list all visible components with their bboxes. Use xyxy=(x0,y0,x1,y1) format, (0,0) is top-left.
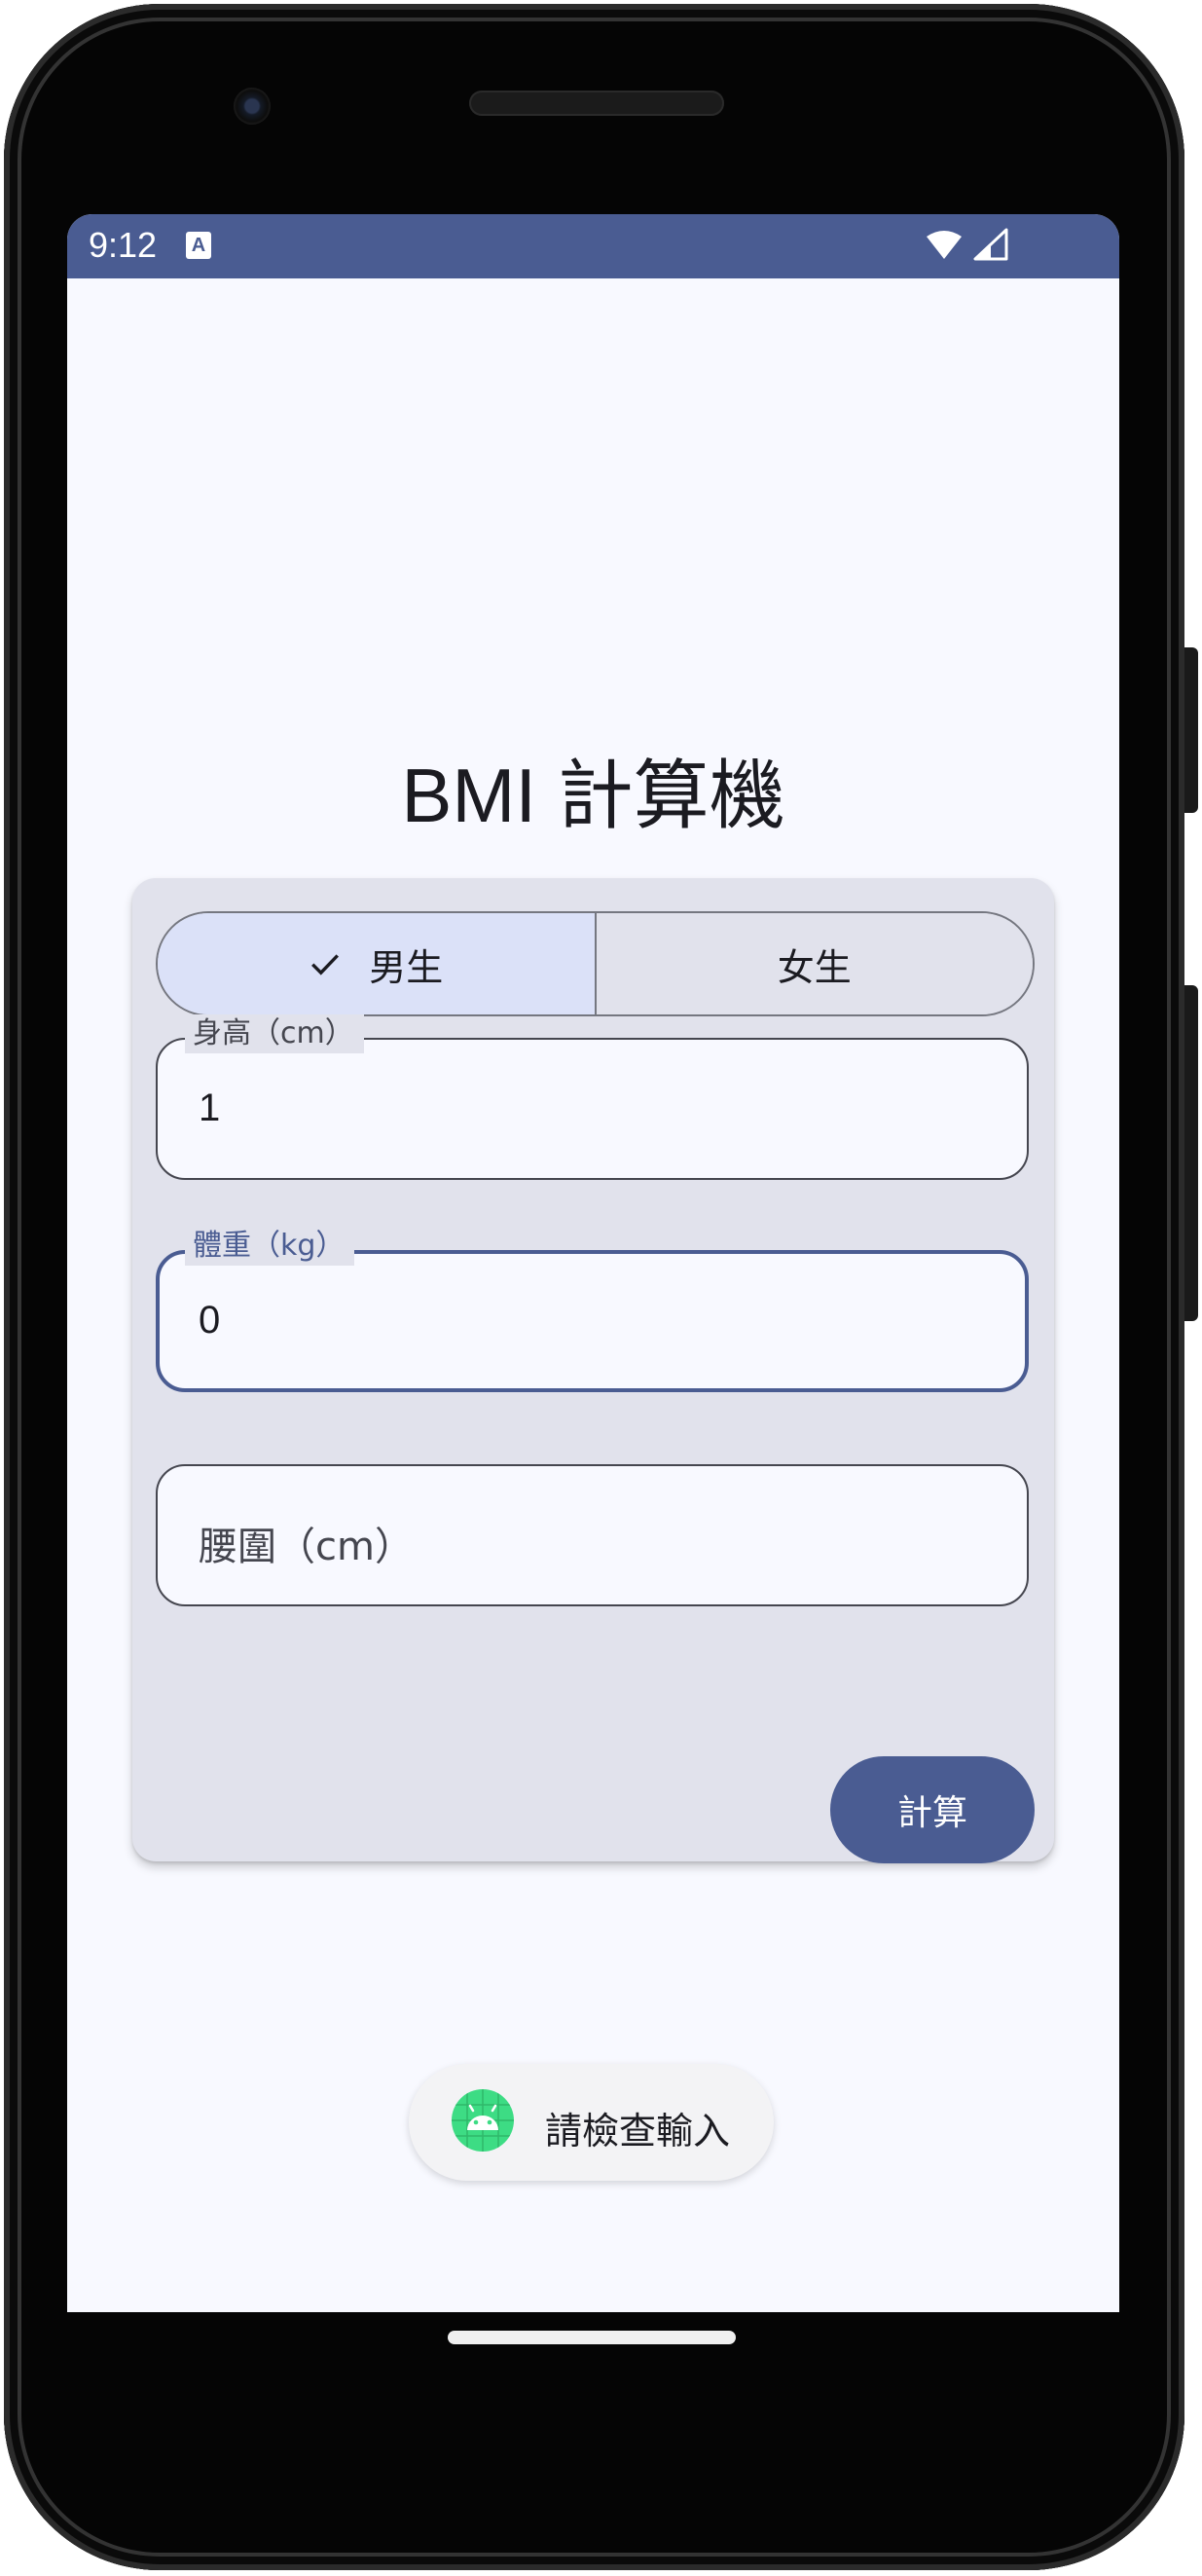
volume-button xyxy=(1184,985,1198,1321)
waist-field-placeholder: 腰圍（cm） xyxy=(199,1525,414,1569)
segment-female-label: 女生 xyxy=(777,945,852,989)
segment-male-label: 男生 xyxy=(369,945,444,989)
front-camera xyxy=(234,88,271,125)
earpiece-speaker xyxy=(469,91,724,116)
height-field-label: 身高（cm） xyxy=(185,1014,364,1053)
wifi-icon xyxy=(927,231,962,259)
home-gesture-bar[interactable] xyxy=(448,2331,736,2344)
app-title: BMI 計算機 xyxy=(401,753,785,838)
screen: 9:12 A BMI 計算機 男生 女生 身高（cm） 1 體重（kg） 0 腰… xyxy=(67,214,1119,2312)
bmi-form-card: 男生 女生 身高（cm） 1 體重（kg） 0 腰圍（cm） 計算 xyxy=(132,878,1054,1863)
check-icon xyxy=(311,954,340,975)
height-field-value: 1 xyxy=(199,1086,221,1129)
toast-message: 請檢查輸入 xyxy=(545,2110,731,2153)
status-time: 9:12 xyxy=(89,225,158,265)
notification-a-icon: A xyxy=(186,232,211,259)
status-icons xyxy=(927,228,1008,261)
weight-field-value: 0 xyxy=(199,1299,221,1342)
power-button xyxy=(1184,647,1198,813)
weight-field-label: 體重（kg） xyxy=(185,1227,355,1266)
toast: 請檢查輸入 xyxy=(409,2064,774,2181)
waist-field[interactable]: 腰圍（cm） xyxy=(156,1464,1029,1606)
status-bar: 9:12 A xyxy=(67,214,1119,278)
phone-frame: 9:12 A BMI 計算機 男生 女生 身高（cm） 1 體重（kg） 0 腰… xyxy=(0,0,1202,2576)
weight-field[interactable]: 體重（kg） 0 xyxy=(156,1227,1029,1392)
gender-segmented-control: 男生 女生 xyxy=(156,911,1035,1016)
calculate-button[interactable]: 計算 xyxy=(830,1756,1035,1863)
height-field[interactable]: 身高（cm） 1 xyxy=(156,1014,1029,1180)
segment-female[interactable]: 女生 xyxy=(596,913,1033,1014)
segment-male[interactable]: 男生 xyxy=(158,913,595,1014)
android-icon xyxy=(452,2089,514,2152)
